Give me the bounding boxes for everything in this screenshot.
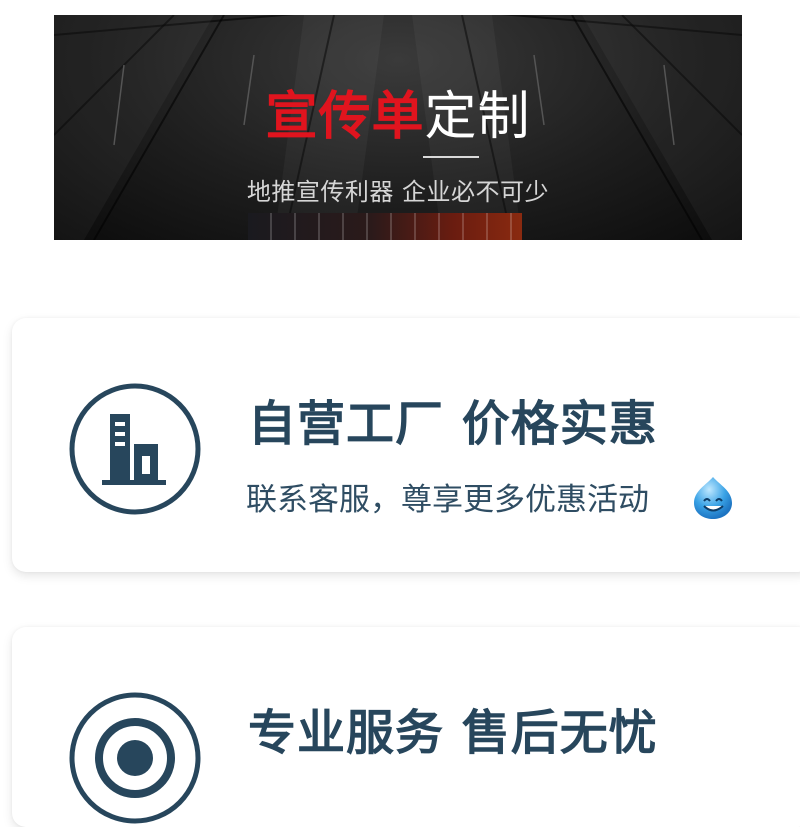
feature-subtitle: 联系客服，尊享更多优惠活动 <box>246 482 649 518</box>
feature-title: 自营工厂 价格实惠 <box>248 396 658 452</box>
banner-divider <box>423 156 479 158</box>
banner-title: 宣传单定制 <box>54 87 742 147</box>
building-icon <box>69 383 201 515</box>
banner-title-rest: 定制 <box>424 87 531 147</box>
feature-card-service: 专业服务 售后无忧 <box>12 627 800 827</box>
banner-title-highlight: 宣传单 <box>265 87 425 147</box>
banner-subtitle: 地推宣传利器 企业必不可少 <box>246 178 550 206</box>
feature-card-factory: 自营工厂 价格实惠 联系客服，尊享更多优惠活动 <box>12 318 800 572</box>
feature-title: 专业服务 售后无忧 <box>248 705 658 761</box>
service-icon <box>69 692 201 824</box>
hero-banner: 宣传单定制 地推宣传利器 企业必不可少 <box>54 15 742 240</box>
smiley-face-icon <box>694 477 732 519</box>
banner-stage-image <box>248 213 522 240</box>
